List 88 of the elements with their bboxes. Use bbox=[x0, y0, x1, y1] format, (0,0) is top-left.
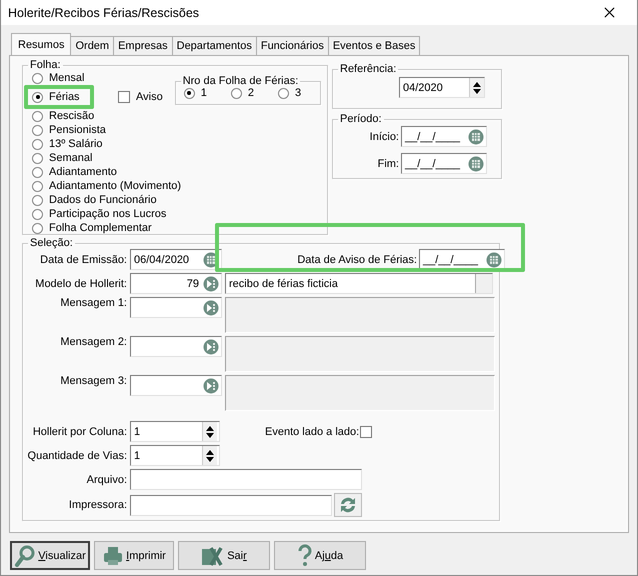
exit-icon bbox=[201, 544, 226, 566]
field-label: Data de Emissão: bbox=[39, 254, 127, 266]
field-label: Mensagem 3: bbox=[59, 375, 127, 387]
checkbox[interactable] bbox=[360, 426, 372, 438]
field-label: Fim: bbox=[378, 158, 399, 170]
reference-field[interactable]: 04/2020 bbox=[399, 77, 485, 98]
code-field[interactable] bbox=[130, 336, 222, 357]
group-label: Referência: bbox=[339, 63, 398, 75]
checkbox-label: Aviso bbox=[136, 91, 163, 103]
question-mark-icon bbox=[296, 544, 313, 568]
help-button[interactable]: Ajuda bbox=[274, 541, 366, 570]
lookup-icon[interactable] bbox=[203, 378, 219, 394]
window-title: Holerite/Recibos Férias/Rescisões bbox=[8, 6, 200, 20]
magnifier-icon bbox=[14, 544, 36, 566]
calendar-icon[interactable] bbox=[468, 128, 484, 144]
checkbox-label: Evento lado a lado: bbox=[265, 426, 360, 438]
number-field[interactable]: 1 bbox=[130, 445, 220, 466]
group-label: Folha: bbox=[29, 59, 62, 71]
radio-button[interactable] bbox=[230, 88, 242, 98]
group-label: Seleção: bbox=[29, 237, 74, 249]
spin-buttons[interactable] bbox=[469, 78, 484, 97]
lookup-icon[interactable] bbox=[203, 338, 219, 354]
radio-label: Dados do Funcionário bbox=[49, 194, 157, 206]
printer-icon bbox=[102, 544, 124, 566]
dropdown-field[interactable]: recibo de férias ficticia bbox=[225, 273, 493, 294]
group-label: Período: bbox=[339, 113, 383, 125]
radio-button[interactable] bbox=[32, 110, 43, 122]
tab[interactable]: Resumos bbox=[11, 33, 72, 55]
radio-button[interactable] bbox=[32, 194, 43, 206]
field-label: Modelo de Hollerit: bbox=[34, 278, 127, 290]
close-icon[interactable] bbox=[604, 7, 615, 18]
radio-button[interactable] bbox=[32, 152, 43, 164]
field-label: Data de Aviso de Férias: bbox=[297, 254, 417, 266]
printer-field[interactable] bbox=[130, 494, 332, 516]
calendar-icon[interactable] bbox=[486, 252, 502, 268]
radio-label: 13º Salário bbox=[49, 138, 103, 150]
group-label: Nro da Folha de Férias: bbox=[182, 75, 300, 87]
radio-button[interactable] bbox=[32, 180, 43, 192]
lookup-icon[interactable] bbox=[203, 300, 219, 316]
radio-label: Rescisão bbox=[49, 110, 94, 122]
radio-button[interactable] bbox=[32, 72, 43, 84]
radio-label: Adiantamento (Movimento) bbox=[49, 180, 182, 192]
preview-button[interactable]: Visualizar bbox=[10, 541, 90, 570]
radio-button[interactable] bbox=[32, 222, 43, 234]
spin-buttons[interactable] bbox=[202, 446, 217, 465]
spin-buttons[interactable] bbox=[202, 422, 217, 441]
tab[interactable]: Eventos e Bases bbox=[328, 36, 420, 55]
exit-button[interactable]: Sair bbox=[178, 541, 270, 570]
radio-button[interactable] bbox=[32, 92, 43, 102]
date-field[interactable]: __/__/____ bbox=[401, 126, 487, 147]
radio-label: 1 bbox=[200, 87, 207, 99]
date-field[interactable]: 06/04/2020 bbox=[130, 249, 222, 270]
code-field[interactable]: 79 bbox=[130, 273, 222, 294]
field-label: Hollerit por Coluna: bbox=[32, 426, 127, 438]
radio-label: Folha Complementar bbox=[49, 222, 152, 234]
radio-label: 3 bbox=[294, 87, 302, 99]
radio-label: Férias bbox=[49, 91, 80, 103]
print-button[interactable]: Imprimir bbox=[94, 541, 174, 570]
radio-label: Pensionista bbox=[49, 124, 106, 136]
radio-label: Semanal bbox=[49, 152, 92, 164]
field-label: Quantidade de Vias: bbox=[26, 450, 127, 462]
number-field[interactable]: 1 bbox=[130, 421, 220, 442]
code-field[interactable] bbox=[130, 375, 222, 396]
radio-label: Adiantamento bbox=[49, 166, 117, 178]
field-label: Mensagem 1: bbox=[59, 297, 127, 309]
radio-label: Mensal bbox=[49, 72, 84, 84]
field-label: Início: bbox=[370, 130, 399, 142]
radio-button[interactable] bbox=[32, 208, 43, 220]
checkbox[interactable] bbox=[118, 91, 130, 103]
code-field[interactable] bbox=[130, 297, 222, 318]
radio-button[interactable] bbox=[32, 124, 43, 136]
refresh-button[interactable] bbox=[334, 493, 362, 517]
radio-button[interactable] bbox=[32, 138, 43, 150]
field-label: Impressora: bbox=[68, 499, 127, 511]
radio-label: 2 bbox=[248, 87, 254, 99]
field-label: Mensagem 2: bbox=[59, 336, 127, 348]
lookup-icon[interactable] bbox=[203, 276, 219, 292]
dropdown-button[interactable] bbox=[475, 274, 492, 293]
file-field[interactable] bbox=[130, 469, 362, 490]
date-field[interactable]: __/__/____ bbox=[419, 249, 505, 270]
radio-label: Participação nos Lucros bbox=[49, 208, 166, 220]
radio-button[interactable] bbox=[32, 166, 43, 178]
field-label: Arquivo: bbox=[86, 474, 127, 486]
radio-button[interactable] bbox=[184, 88, 195, 98]
radio-button[interactable] bbox=[278, 88, 289, 98]
refresh-icon bbox=[338, 495, 358, 515]
calendar-icon[interactable] bbox=[468, 156, 484, 172]
date-field[interactable]: __/__/____ bbox=[401, 153, 487, 174]
